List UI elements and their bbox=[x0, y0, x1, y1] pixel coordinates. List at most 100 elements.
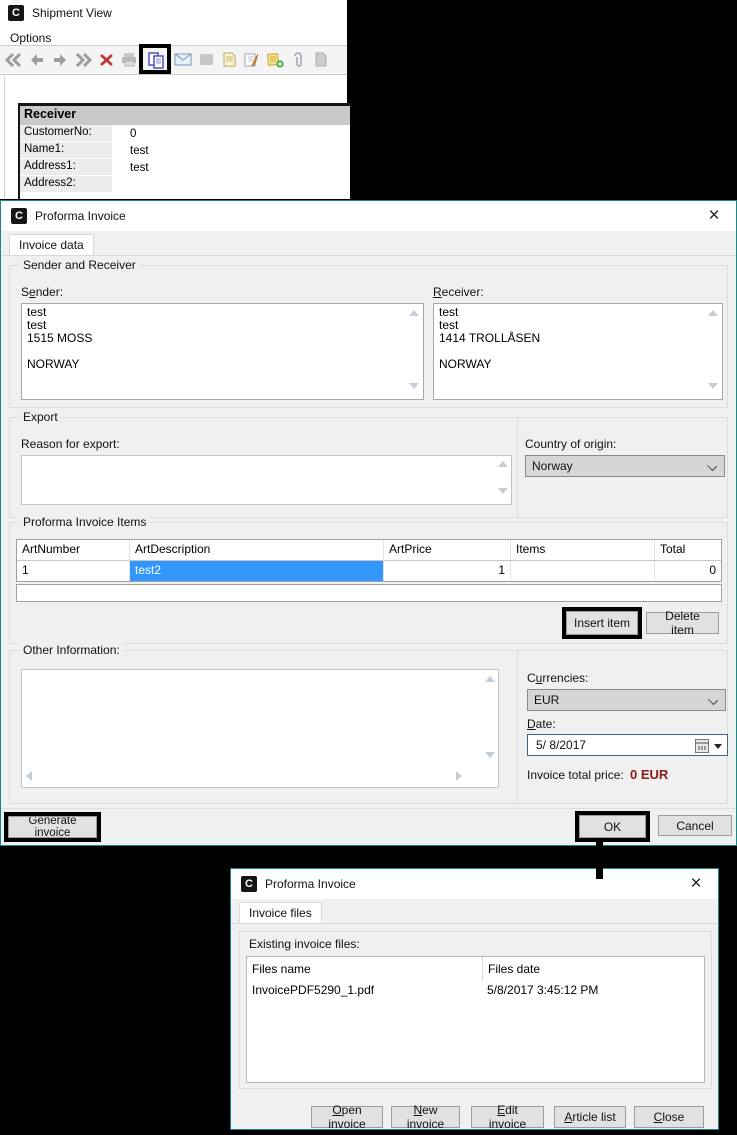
column-header-files-date[interactable]: Files date bbox=[483, 957, 545, 981]
reason-for-export-label: Reason for export: bbox=[21, 437, 120, 451]
currencies-label: Currencies: bbox=[527, 671, 589, 685]
cell-artnumber[interactable]: 1 bbox=[17, 561, 130, 581]
scroll-down-icon[interactable] bbox=[708, 383, 718, 389]
edit-note-icon[interactable] bbox=[241, 50, 263, 70]
scroll-up-icon[interactable] bbox=[708, 310, 718, 316]
scroll-up-icon[interactable] bbox=[409, 310, 419, 316]
close-icon[interactable]: × bbox=[700, 203, 728, 229]
scroll-up-icon[interactable] bbox=[485, 676, 495, 682]
new-invoice-button[interactable]: New invoice bbox=[391, 1103, 460, 1131]
export-legend: Export bbox=[19, 410, 62, 424]
field-value: test bbox=[130, 144, 149, 157]
cell-file-date[interactable]: 5/8/2017 3:45:12 PM bbox=[482, 981, 603, 1001]
attachment-icon[interactable] bbox=[287, 50, 309, 70]
chevron-down-icon bbox=[706, 460, 718, 472]
table-row[interactable]: Name1: test bbox=[20, 142, 350, 159]
export-divider bbox=[517, 418, 518, 517]
other-information-legend: Other Information: bbox=[19, 643, 124, 657]
sender-textarea[interactable]: test test 1515 MOSS NORWAY bbox=[21, 303, 424, 400]
column-header-files-name[interactable]: Files name bbox=[247, 957, 483, 981]
files-grid-row[interactable]: InvoicePDF5290_1.pdf 5/8/2017 3:45:12 PM bbox=[247, 981, 704, 1001]
edit-invoice-button[interactable]: Edit invoice bbox=[471, 1103, 544, 1131]
items-grid: ArtNumber ArtDescription ArtPrice Items … bbox=[16, 539, 722, 582]
tabstrip-line bbox=[231, 923, 718, 924]
ok-button[interactable]: OK bbox=[579, 815, 646, 838]
column-header-artnumber[interactable]: ArtNumber bbox=[17, 540, 130, 560]
invoice-dialog-titlebar: C Proforma Invoice × bbox=[1, 201, 736, 231]
close-button[interactable]: Close bbox=[634, 1106, 704, 1128]
date-label: Date: bbox=[527, 717, 556, 731]
existing-files-label: Existing invoice files: bbox=[249, 937, 360, 951]
previous-record-icon[interactable] bbox=[26, 50, 48, 70]
cell-file-name[interactable]: InvoicePDF5290_1.pdf bbox=[247, 981, 482, 1001]
email-icon[interactable] bbox=[172, 50, 194, 70]
items-grid-empty-row[interactable] bbox=[16, 584, 722, 602]
receiver-panel-header: Receiver bbox=[20, 106, 350, 125]
other-information-textarea[interactable] bbox=[21, 669, 499, 788]
close-icon[interactable]: × bbox=[682, 871, 710, 897]
export-icon[interactable] bbox=[195, 50, 217, 70]
scroll-left-icon[interactable] bbox=[26, 771, 32, 781]
document-icon[interactable] bbox=[218, 50, 240, 70]
country-of-origin-value: Norway bbox=[532, 459, 573, 473]
column-header-artprice[interactable]: ArtPrice bbox=[384, 540, 511, 560]
currencies-dropdown[interactable]: EUR bbox=[527, 689, 726, 711]
cancel-button[interactable]: Cancel bbox=[658, 815, 732, 836]
scroll-down-icon[interactable] bbox=[498, 488, 508, 494]
date-value: 5/ 8/2017 bbox=[536, 738, 587, 752]
table-row[interactable]: Address2: bbox=[20, 176, 350, 193]
tab-invoice-data[interactable]: Invoice data bbox=[9, 234, 94, 256]
annotation-box-ok: OK bbox=[575, 811, 650, 842]
toolbar-separator bbox=[0, 74, 347, 75]
sender-receiver-legend: Sender and Receiver bbox=[19, 258, 140, 272]
date-picker-field[interactable]: 5/ 8/2017 bbox=[527, 734, 728, 756]
copy-invoice-icon[interactable] bbox=[139, 43, 171, 74]
files-grid: Files name Files date InvoicePDF5290_1.p… bbox=[246, 956, 705, 1083]
app-logo-icon: C bbox=[241, 876, 257, 892]
cell-items[interactable] bbox=[511, 561, 655, 581]
cell-artdescription-selected[interactable]: test2 bbox=[130, 561, 384, 581]
calendar-dropdown-icon[interactable] bbox=[714, 744, 722, 749]
table-row[interactable]: CustomerNo: 0 bbox=[20, 125, 350, 142]
print-icon[interactable] bbox=[118, 50, 140, 70]
article-list-button[interactable]: Article list bbox=[554, 1106, 626, 1128]
scroll-down-icon[interactable] bbox=[409, 383, 419, 389]
field-label: Address1: bbox=[20, 159, 112, 175]
table-row[interactable]: Address1: test bbox=[20, 159, 350, 176]
cell-artprice[interactable]: 1 bbox=[384, 561, 511, 581]
country-of-origin-dropdown[interactable]: Norway bbox=[525, 455, 725, 477]
cell-total[interactable]: 0 bbox=[655, 561, 721, 581]
insert-item-button[interactable]: Insert item bbox=[566, 611, 638, 635]
field-label: Address2: bbox=[20, 176, 112, 192]
annotation-box-generate-invoice: Generate invoice bbox=[4, 812, 101, 842]
delete-item-button[interactable]: Delete item bbox=[646, 609, 719, 637]
items-grid-row[interactable]: 1 test2 1 0 bbox=[17, 561, 721, 581]
add-note-icon[interactable] bbox=[264, 50, 286, 70]
column-header-total[interactable]: Total bbox=[655, 540, 721, 560]
column-header-items[interactable]: Items bbox=[511, 540, 655, 560]
generate-invoice-button[interactable]: Generate invoice bbox=[8, 815, 97, 839]
annotation-connector bbox=[596, 841, 603, 879]
field-value: test bbox=[130, 161, 149, 174]
tabstrip-line bbox=[1, 255, 736, 256]
app-logo-icon: C bbox=[11, 208, 27, 224]
shipment-view-title: Shipment View bbox=[32, 6, 112, 20]
reason-for-export-textarea[interactable] bbox=[21, 455, 512, 505]
open-invoice-button[interactable]: Open invoice bbox=[311, 1103, 383, 1131]
last-record-icon[interactable] bbox=[72, 50, 94, 70]
tab-invoice-files[interactable]: Invoice files bbox=[239, 902, 322, 924]
next-record-icon[interactable] bbox=[49, 50, 71, 70]
receiver-textarea[interactable]: test test 1414 TROLLÅSEN NORWAY bbox=[433, 303, 723, 400]
app-logo-icon: C bbox=[8, 5, 24, 21]
scroll-down-icon[interactable] bbox=[485, 752, 495, 758]
delete-icon[interactable] bbox=[95, 50, 117, 70]
scroll-up-icon[interactable] bbox=[498, 461, 508, 467]
column-header-artdescription[interactable]: ArtDescription bbox=[130, 540, 384, 560]
first-record-icon[interactable] bbox=[3, 50, 25, 70]
scroll-right-icon[interactable] bbox=[456, 771, 462, 781]
calendar-icon[interactable] bbox=[695, 739, 709, 753]
field-label: CustomerNo: bbox=[20, 125, 112, 141]
bottom-separator bbox=[1, 808, 736, 809]
page-icon[interactable] bbox=[310, 50, 332, 70]
field-value: 0 bbox=[130, 127, 137, 140]
